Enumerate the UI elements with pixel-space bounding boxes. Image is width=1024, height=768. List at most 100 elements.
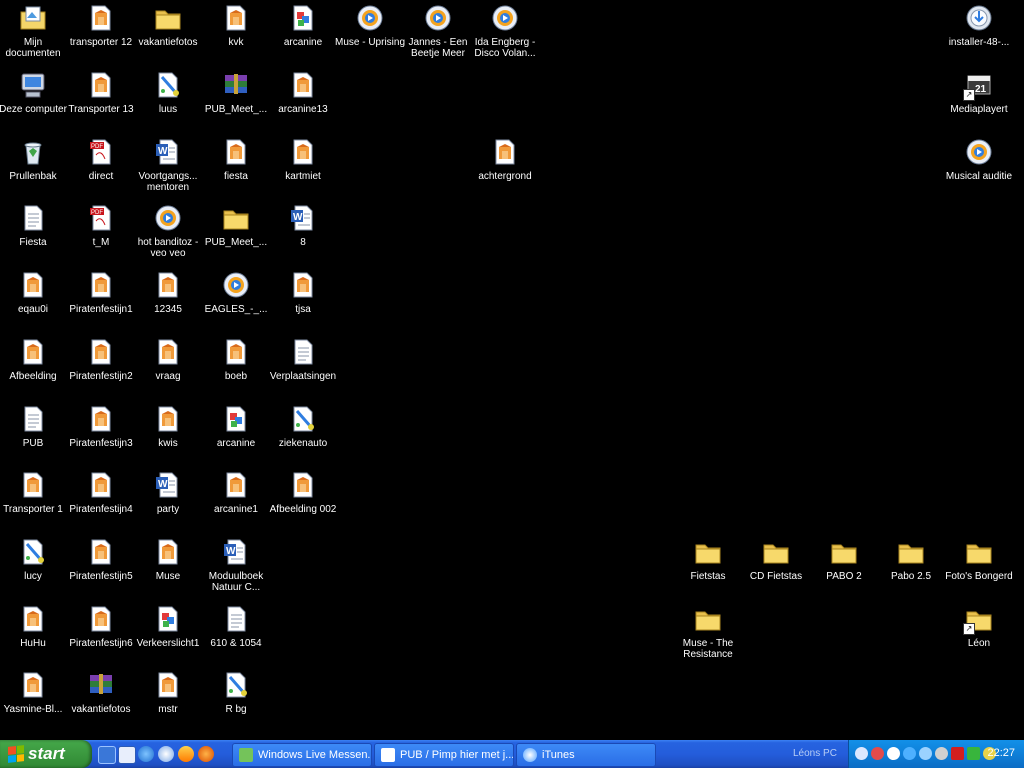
desktop-icon[interactable]: lucy <box>0 534 69 598</box>
word-icon: W <box>220 536 252 568</box>
desktop-icon[interactable]: tjsa <box>267 267 339 331</box>
desktop-icon[interactable]: Transporter 1 <box>0 467 69 531</box>
desktop-icon[interactable]: PABO 2 <box>808 534 880 598</box>
desktop-icon[interactable]: Muse - Uprising <box>334 0 406 64</box>
desktop-icon-label: lucy <box>24 571 42 582</box>
desktop-icon[interactable]: Deze computer <box>0 67 69 131</box>
desktop-icon[interactable]: arcanine <box>200 401 272 465</box>
desktop-icon[interactable]: transporter 12 <box>65 0 137 64</box>
desktop-icon[interactable]: mstr <box>132 667 204 731</box>
desktop-icon[interactable]: Piratenfestijn2 <box>65 334 137 398</box>
desktop-icon[interactable]: Verkeerslicht1 <box>132 601 204 665</box>
quicklaunch-user-icon[interactable] <box>178 746 194 762</box>
desktop-icon[interactable]: Verplaatsingen <box>267 334 339 398</box>
desktop-icon[interactable]: kvk <box>200 0 272 64</box>
desktop-icon[interactable]: 21 ↗ Mediaplayert <box>943 67 1015 131</box>
desktop-icon[interactable]: luus <box>132 67 204 131</box>
image-icon <box>220 2 252 34</box>
desktop-icon[interactable]: Mijn documenten <box>0 0 69 64</box>
desktop-icon[interactable]: PUB_Meet_... <box>200 200 272 264</box>
desktop-icon[interactable]: PUB_Meet_... <box>200 67 272 131</box>
desktop-icon[interactable]: installer-48-... <box>943 0 1015 64</box>
desktop-icon[interactable]: Pabo 2.5 <box>875 534 947 598</box>
desktop-icon[interactable]: Yasmine-Bl... <box>0 667 69 731</box>
tray-ati-icon[interactable] <box>951 747 964 760</box>
tray-expand-icon[interactable] <box>855 747 868 760</box>
start-button[interactable]: start <box>0 740 92 768</box>
desktop-icon[interactable]: Ida Engberg - Disco Volan... <box>469 0 541 64</box>
quicklaunch-ie-icon[interactable] <box>138 746 154 762</box>
desktop-icon-label: Piratenfestijn3 <box>69 438 133 449</box>
desktop-icon[interactable]: vakantiefotos <box>65 667 137 731</box>
desktop-icon[interactable]: CD Fietstas <box>740 534 812 598</box>
media-icon <box>422 2 454 34</box>
desktop-icon[interactable]: Muse - The Resistance <box>672 601 744 665</box>
desktop-icon[interactable]: Jannes - Een Beetje Meer <box>402 0 474 64</box>
desktop-icon[interactable]: W Voortgangs... mentoren <box>132 134 204 198</box>
desktop-icon[interactable]: Piratenfestijn3 <box>65 401 137 465</box>
tray-itunes-icon[interactable] <box>887 747 900 760</box>
desktop-icon-label: Afbeelding <box>9 371 57 382</box>
quicklaunch-show-desktop-icon[interactable] <box>118 746 136 764</box>
desktop-icon[interactable]: Fiesta <box>0 200 69 264</box>
desktop-icon[interactable]: W Moduulboek Natuur C... <box>200 534 272 598</box>
desktop-icon[interactable]: PUB <box>0 401 69 465</box>
desktop-icon[interactable]: kwis <box>132 401 204 465</box>
desktop-icon[interactable]: fiesta <box>200 134 272 198</box>
mydocs-icon <box>17 2 49 34</box>
desktop-icon[interactable]: Piratenfestijn1 <box>65 267 137 331</box>
desktop-icon[interactable]: arcanine <box>267 0 339 64</box>
desktop-icon[interactable]: arcanine13 <box>267 67 339 131</box>
quicklaunch-firefox-icon[interactable] <box>198 746 214 762</box>
quicklaunch-messenger-icon[interactable] <box>98 746 116 764</box>
desktop-icon[interactable]: Muse <box>132 534 204 598</box>
desktop-icon[interactable]: Piratenfestijn5 <box>65 534 137 598</box>
quicklaunch-media-player-icon[interactable] <box>158 746 174 762</box>
desktop-icon-label: eqau0i <box>17 304 49 315</box>
desktop-icon[interactable]: Piratenfestijn4 <box>65 467 137 531</box>
desktop-icon[interactable]: R bg <box>200 667 272 731</box>
tray-bluetooth-icon[interactable] <box>903 747 916 760</box>
desktop-icon-label: mstr <box>158 704 178 715</box>
task-itunes[interactable]: iTunes <box>516 743 656 767</box>
pc-name: Léons PC <box>793 748 837 759</box>
task-messenger[interactable]: Windows Live Messen... <box>232 743 372 767</box>
tray-antivirus-icon[interactable] <box>871 747 884 760</box>
desktop-icon[interactable]: Afbeelding <box>0 334 69 398</box>
desktop-icon[interactable]: achtergrond <box>469 134 541 198</box>
desktop-icon[interactable]: vraag <box>132 334 204 398</box>
desktop-icon[interactable]: vakantiefotos <box>132 0 204 64</box>
desktop-icon[interactable]: Foto's Bongerd <box>943 534 1015 598</box>
tray-safely-remove-icon[interactable] <box>967 747 980 760</box>
desktop-icon[interactable]: kartmiet <box>267 134 339 198</box>
desktop-icon[interactable]: W8 <box>267 200 339 264</box>
desktop-icon[interactable]: Wparty <box>132 467 204 531</box>
desktop-icon[interactable]: arcanine1 <box>200 467 272 531</box>
desktop-icon[interactable]: ziekenauto <box>267 401 339 465</box>
desktop-icon[interactable]: 610 & 1054 <box>200 601 272 665</box>
image-icon <box>489 136 521 168</box>
desktop-icon[interactable]: PDF direct <box>65 134 137 198</box>
tray-printer-icon[interactable] <box>935 747 948 760</box>
desktop-icon[interactable]: EAGLES_-_... <box>200 267 272 331</box>
folder-icon: ↗ <box>963 603 995 635</box>
desktop-icon[interactable]: Musical auditie <box>943 134 1015 198</box>
desktop-icon[interactable]: Afbeelding 002 <box>267 467 339 531</box>
desktop-icon-label: kwis <box>158 438 178 449</box>
desktop-icon[interactable]: boeb <box>200 334 272 398</box>
picture-icon <box>152 603 184 635</box>
desktop-icon[interactable]: eqau0i <box>0 267 69 331</box>
svg-text:W: W <box>158 146 168 157</box>
svg-text:W: W <box>158 479 168 490</box>
desktop-icon[interactable]: Transporter 13 <box>65 67 137 131</box>
desktop-icon[interactable]: HuHu <box>0 601 69 665</box>
task-browser[interactable]: PUB / Pimp hier met j... <box>374 743 514 767</box>
desktop-icon[interactable]: hot banditoz - veo veo <box>132 200 204 264</box>
desktop-icon[interactable]: PDF t_M <box>65 200 137 264</box>
desktop-icon[interactable]: Piratenfestijn6 <box>65 601 137 665</box>
desktop-icon[interactable]: ↗ Léon <box>943 601 1015 665</box>
desktop-icon[interactable]: 12345 <box>132 267 204 331</box>
desktop-icon[interactable]: Prullenbak <box>0 134 69 198</box>
tray-network-icon[interactable] <box>919 747 932 760</box>
desktop-icon[interactable]: Fietstas <box>672 534 744 598</box>
